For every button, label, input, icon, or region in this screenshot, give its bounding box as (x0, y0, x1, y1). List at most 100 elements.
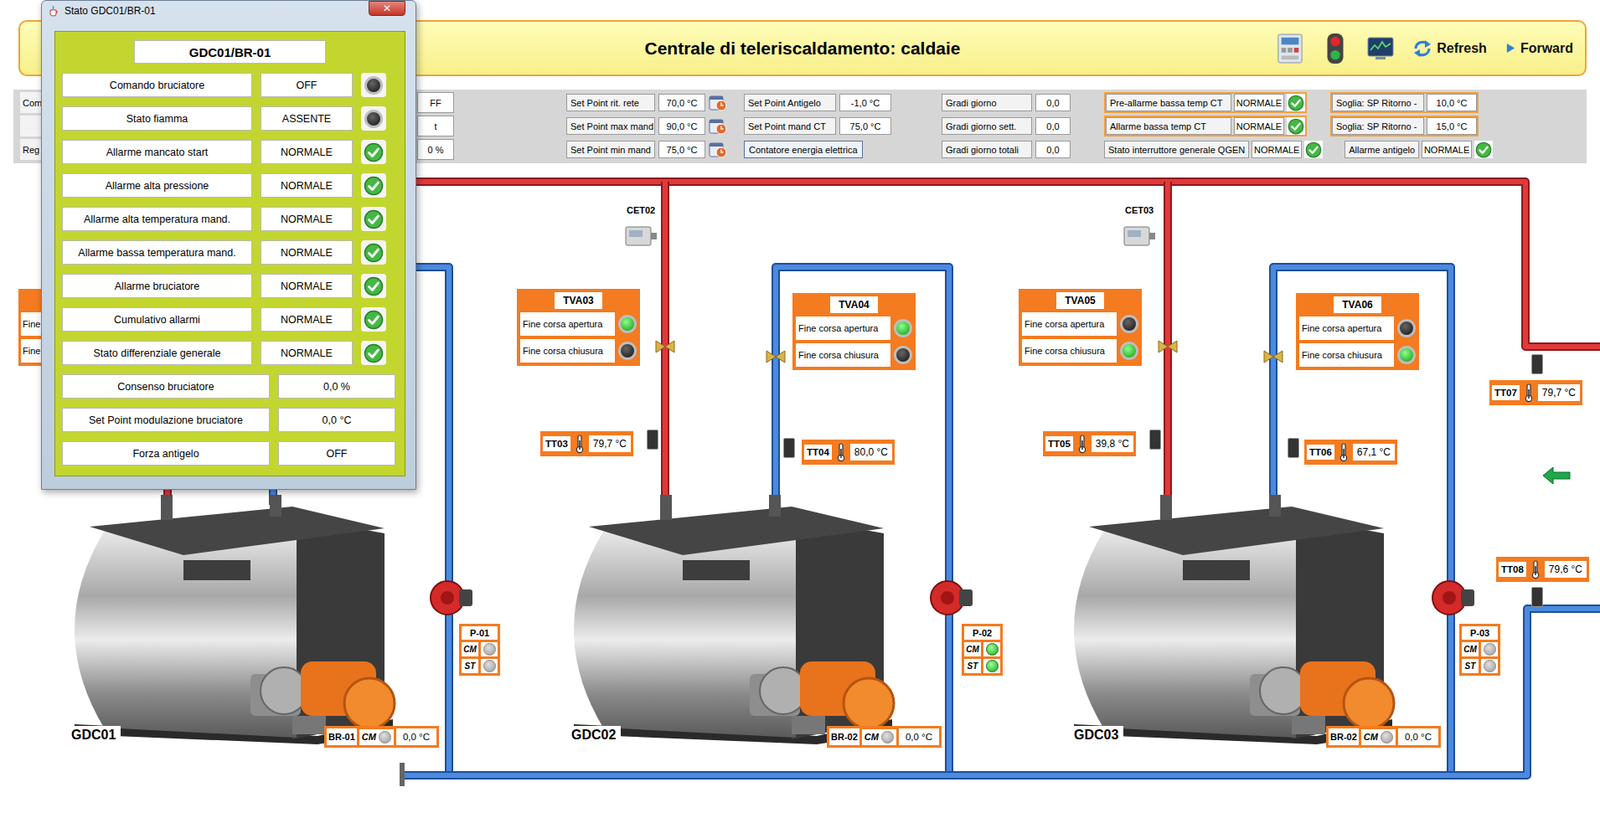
schedule-icon[interactable] (708, 118, 728, 135)
burner-panel[interactable]: BR-02 CM 0,0 °C (826, 726, 942, 749)
alarm-label: Stato interruttore generale QGEN (1104, 140, 1250, 159)
status-row: Allarme alta pressione NORMALE (61, 173, 398, 198)
pump-icon[interactable] (1429, 572, 1477, 620)
sensor-name: TT07 (1491, 385, 1520, 401)
probe-icon (646, 429, 659, 450)
status-label: Allarme bassa temperatura mand. (61, 240, 253, 265)
supply-pipe-core (167, 181, 1600, 506)
temperature-sensor[interactable]: TT05 39,8 °C (1042, 431, 1136, 457)
temperature-sensor[interactable]: TT03 79,7 °C (540, 431, 634, 457)
sensor-name: TT08 (1498, 562, 1527, 578)
limit-switch-row: Fine corsa chiusura (795, 343, 913, 367)
temperature-sensor[interactable]: TT07 79,7 °C (1489, 380, 1583, 406)
temperature-sensor[interactable]: TT08 79,6 °C (1496, 557, 1590, 583)
limit-switch-label: Fine corsa chiusura (795, 343, 891, 367)
ct-value[interactable]: 75,0 °C (839, 117, 892, 135)
parameter-value: 0 % (417, 139, 455, 160)
ct-group: Set Point Antigelo -1,0 °CSet Point mand… (743, 92, 892, 160)
close-button[interactable]: ✕ (368, 0, 406, 16)
signal-label: CM (1461, 642, 1479, 657)
refresh-button[interactable]: Refresh (1412, 36, 1487, 61)
ct-value[interactable]: -1,0 °C (839, 93, 892, 112)
control-panel-icon[interactable] (1276, 32, 1304, 65)
status-value: NORMALE (260, 206, 353, 232)
status-label: Stato differenziale generale (61, 340, 253, 366)
setpoint-value[interactable]: 75,0 °C (658, 140, 706, 159)
energy-meter[interactable]: CET03 (1122, 204, 1157, 248)
degree-days-value: 0,0 (1035, 93, 1071, 112)
temperature-sensor[interactable]: TT04 80,0 °C (801, 439, 895, 465)
energy-meter[interactable]: CET02 (624, 204, 658, 248)
boiler[interactable] (1040, 490, 1423, 745)
status-indicator (361, 139, 387, 165)
status-value: NORMALE (260, 307, 353, 332)
alarm-item: Pre-allarme bassa temp CT NORMALE (1104, 92, 1307, 114)
signal-label: CM (361, 732, 377, 743)
valve-panel-title: TVA05 (1056, 292, 1104, 310)
panel-title: GDC01/BR-01 (134, 40, 326, 64)
valve-panel[interactable]: TVA06 Fine corsa apertura Fine corsa chi… (1295, 293, 1420, 371)
degree-days-value: 0,0 (1035, 117, 1071, 135)
next-page-arrow-icon[interactable] (1541, 464, 1572, 487)
boiler-label: GDC01 (66, 726, 121, 745)
traffic-light-icon[interactable] (1321, 32, 1349, 65)
pump-name: P-03 (1461, 626, 1498, 640)
ct-label: Set Point mand CT (743, 117, 837, 135)
energy-meter-button[interactable]: Contatore energia elettrica (743, 140, 863, 159)
meter-label: CET03 (1122, 204, 1157, 217)
burner-value: 0,0 °C (396, 728, 437, 746)
status-value: NORMALE (260, 340, 353, 366)
status-dot-icon (1380, 731, 1394, 744)
status-dot-icon (985, 660, 999, 673)
alarm-label: Allarme bassa temp CT (1105, 117, 1232, 135)
sensor-name: TT04 (804, 444, 832, 460)
status-value: 0,0 % (278, 374, 396, 399)
limit-switch-label: Fine corsa apertura (1021, 312, 1117, 336)
check-icon (1287, 118, 1305, 135)
signal-cell (480, 642, 498, 657)
burner-panel[interactable]: BR-01 CM 0,0 °C (324, 726, 439, 749)
pump-panel[interactable]: P-01 CM ST (459, 624, 501, 677)
pump-icon[interactable] (427, 572, 475, 620)
sensor-value: 39,8 °C (1091, 435, 1134, 453)
status-label: Allarme alta pressione (61, 173, 253, 198)
setpoint-value[interactable]: 90,0 °C (658, 117, 706, 135)
app-icon (47, 5, 60, 17)
check-icon (363, 175, 384, 197)
setpoint-row: Set Point max mand 90,0 °C (566, 115, 728, 137)
status-value: NORMALE (260, 273, 353, 299)
valve-panel[interactable]: TVA03 Fine corsa apertura Fine corsa chi… (516, 289, 640, 367)
burner-panel[interactable]: BR-02 CM 0,0 °C (1326, 726, 1441, 749)
schedule-icon[interactable] (708, 141, 728, 159)
thermometer-icon (1076, 433, 1089, 455)
boiler[interactable] (41, 490, 424, 745)
sensor-value: 79,7 °C (588, 435, 631, 453)
dialog-titlebar[interactable]: Stato GDC01/BR-01 ✕ (47, 0, 406, 21)
pump-icon[interactable] (927, 572, 975, 620)
temperature-sensor[interactable]: TT06 67,1 °C (1304, 439, 1398, 465)
pump-panel[interactable]: P-03 CM ST (1459, 624, 1501, 677)
supply-pipe (1163, 181, 1172, 506)
threshold-label: Soglia: SP Ritorno - (1331, 93, 1425, 112)
setpoint-value[interactable]: 70,0 °C (658, 93, 706, 112)
probe-icon (1287, 438, 1300, 459)
valve-panel[interactable]: TVA04 Fine corsa apertura Fine corsa chi… (792, 293, 916, 371)
alarm-item: Allarme antigelo NORMALE (1344, 140, 1493, 159)
forward-button[interactable]: Forward (1505, 39, 1574, 58)
toolbar: Refresh Forward (1276, 32, 1574, 65)
monitor-icon[interactable] (1367, 32, 1394, 65)
status-dot-icon (881, 731, 894, 744)
meter-label: CET02 (624, 204, 658, 217)
limit-switch-row: Fine corsa apertura (795, 316, 913, 341)
schedule-icon[interactable] (708, 94, 728, 112)
boiler[interactable] (540, 490, 923, 745)
pump-panel[interactable]: P-02 CM ST (961, 624, 1003, 677)
status-dialog[interactable]: Stato GDC01/BR-01 ✕ GDC01/BR-01 Comando … (41, 0, 417, 491)
limit-switch-row: Fine corsa chiusura (1299, 343, 1416, 367)
threshold-label: Soglia: SP Ritorno - (1331, 117, 1425, 135)
status-dot-icon (985, 643, 999, 656)
limit-switch-label: Fine corsa apertura (795, 316, 891, 341)
valve-icon (1156, 338, 1179, 356)
status-row: Allarme bassa temperatura mand. NORMALE (61, 240, 398, 265)
valve-panel[interactable]: TVA05 Fine corsa apertura Fine corsa chi… (1018, 289, 1142, 367)
